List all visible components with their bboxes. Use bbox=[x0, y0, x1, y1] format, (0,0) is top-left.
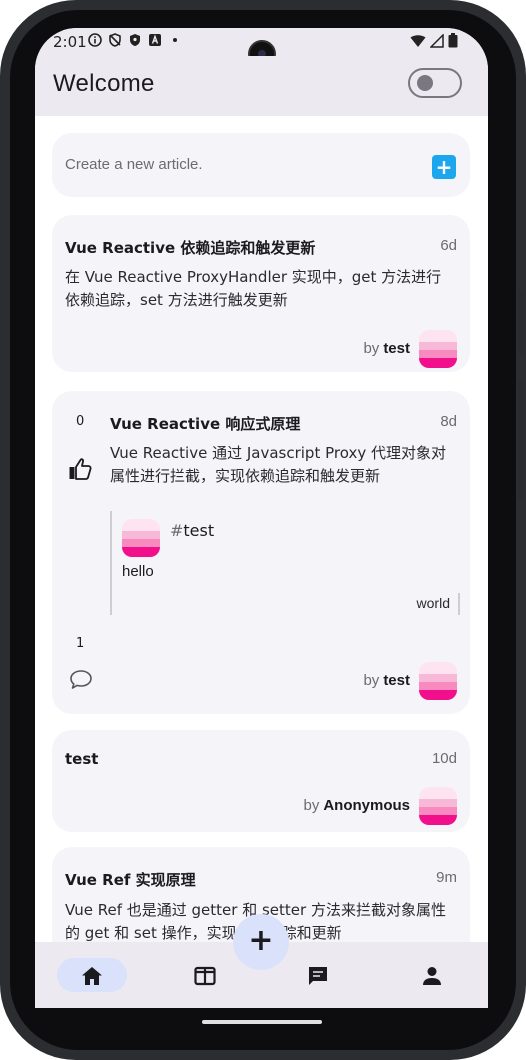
signal-icon bbox=[430, 33, 444, 48]
shield-icon bbox=[130, 34, 140, 46]
page-title: Welcome bbox=[53, 70, 155, 97]
article-card[interactable]: 0 Vue Reactive 响应式原理 8d Vue Reactive 通过 … bbox=[52, 391, 470, 714]
comment-icon[interactable] bbox=[69, 669, 93, 691]
article-list[interactable]: Create a new article. + Vue Reactive 依赖追… bbox=[35, 116, 488, 942]
article-title[interactable]: Vue Reactive 依赖追踪和触发更新 bbox=[65, 237, 315, 258]
home-icon[interactable] bbox=[80, 964, 104, 988]
status-notification-icons bbox=[88, 33, 182, 47]
article-body-line: 依赖追踪，set 方法进行触发更新 bbox=[65, 291, 288, 309]
avatar[interactable] bbox=[419, 662, 457, 700]
battery-icon bbox=[448, 33, 458, 48]
status-system-icons bbox=[410, 33, 458, 48]
article-title[interactable]: Vue Reactive 响应式原理 bbox=[110, 413, 300, 434]
font-icon bbox=[149, 34, 161, 46]
screen: 2:01 Welcome Create a new article. + Vue bbox=[35, 28, 488, 1008]
comment-text: hello bbox=[122, 563, 154, 580]
columns-icon[interactable] bbox=[193, 964, 217, 988]
byline-prefix: by bbox=[363, 672, 380, 689]
comment-tag[interactable]: #test bbox=[170, 521, 214, 540]
shield-off-icon bbox=[109, 33, 121, 47]
article-byline: by Anonymous bbox=[303, 797, 410, 814]
app-bar: Welcome bbox=[35, 56, 488, 116]
status-time: 2:01 bbox=[53, 33, 87, 51]
article-age: 9m bbox=[436, 869, 457, 886]
article-card[interactable]: Vue Reactive 依赖追踪和触发更新 6d 在 Vue Reactive… bbox=[52, 215, 470, 372]
create-article-placeholder[interactable]: Create a new article. bbox=[65, 156, 203, 173]
add-article-button[interactable]: + bbox=[432, 155, 456, 179]
toggle-knob bbox=[417, 75, 433, 91]
article-age: 6d bbox=[440, 237, 457, 254]
comment-block: #test hello world bbox=[110, 511, 460, 615]
article-title[interactable]: Vue Ref 实现原理 bbox=[65, 869, 196, 890]
article-body-line: Vue Reactive 通过 Javascript Proxy 代理对象对 bbox=[110, 444, 446, 462]
like-count: 0 bbox=[76, 414, 85, 429]
article-age: 10d bbox=[431, 750, 457, 767]
comment-tag-text: test bbox=[183, 521, 215, 540]
article-body-line: 在 Vue Reactive ProxyHandler 实现中，get 方法进行 bbox=[65, 268, 442, 286]
article-byline: by test bbox=[363, 672, 410, 689]
byline-prefix: by bbox=[303, 797, 320, 814]
article-card[interactable]: test 10d by Anonymous bbox=[52, 730, 470, 832]
comment-reply: world bbox=[416, 595, 450, 611]
theme-toggle[interactable] bbox=[408, 68, 462, 98]
chat-icon[interactable] bbox=[306, 964, 330, 988]
comment-avatar[interactable] bbox=[122, 519, 160, 557]
article-body: 在 Vue Reactive ProxyHandler 实现中，get 方法进行… bbox=[65, 266, 441, 312]
comment-count: 1 bbox=[76, 636, 85, 651]
article-author[interactable]: test bbox=[383, 672, 410, 689]
create-article-card[interactable]: Create a new article. + bbox=[52, 133, 470, 197]
article-title[interactable]: test bbox=[65, 750, 98, 768]
power-button bbox=[518, 380, 524, 500]
article-body-line: 属性进行拦截，实现依赖追踪和触发更新 bbox=[110, 467, 381, 485]
article-author[interactable]: test bbox=[383, 340, 410, 357]
article-body: Vue Reactive 通过 Javascript Proxy 代理对象对 属… bbox=[110, 442, 446, 488]
article-age: 8d bbox=[440, 413, 457, 430]
thumbs-up-icon[interactable] bbox=[68, 457, 92, 481]
dot-icon bbox=[173, 38, 177, 42]
reply-divider bbox=[458, 593, 460, 615]
volume-button bbox=[518, 290, 524, 354]
compose-fab[interactable]: + bbox=[233, 914, 289, 970]
avatar[interactable] bbox=[419, 330, 457, 368]
article-author[interactable]: Anonymous bbox=[323, 797, 410, 814]
person-icon[interactable] bbox=[420, 964, 444, 988]
avatar[interactable] bbox=[419, 787, 457, 825]
article-byline: by test bbox=[363, 340, 410, 357]
hash-symbol: # bbox=[170, 521, 184, 540]
info-icon bbox=[88, 33, 102, 47]
home-indicator[interactable] bbox=[202, 1020, 322, 1024]
byline-prefix: by bbox=[363, 340, 380, 357]
wifi-icon bbox=[410, 34, 426, 47]
